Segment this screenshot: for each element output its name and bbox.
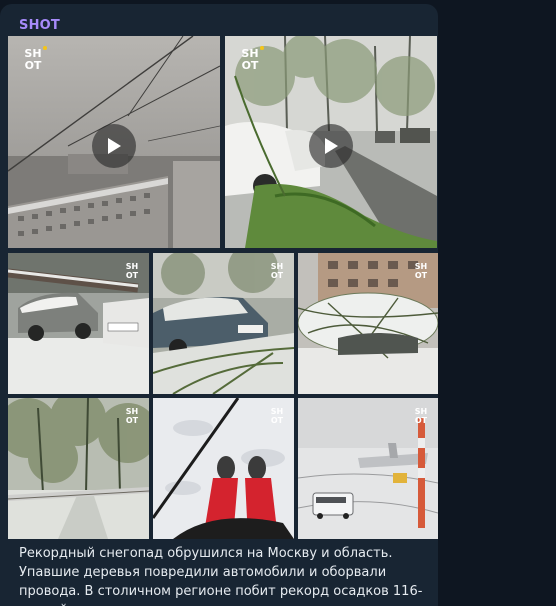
media-photo-8[interactable]: SH OT	[298, 398, 438, 539]
shot-watermark-icon: SH OT	[126, 262, 139, 280]
shot-watermark-icon: SH OT	[415, 407, 428, 425]
svg-text:SH: SH	[271, 262, 283, 271]
shot-watermark-icon: SH OT	[271, 407, 284, 425]
post-caption: Рекордный снегопад обрушился на Москву и…	[19, 546, 423, 606]
play-button-icon[interactable]	[309, 124, 353, 168]
svg-text:OT: OT	[126, 271, 139, 280]
svg-text:SH: SH	[271, 407, 283, 416]
channel-post-bubble: SHOT SH OT SH OT SH OT SH OT SH OT SH OT…	[0, 4, 438, 606]
play-triangle-icon	[108, 138, 121, 154]
svg-text:OT: OT	[415, 271, 428, 280]
svg-text:OT: OT	[271, 416, 284, 425]
shot-watermark-icon: SH OT	[24, 46, 47, 72]
media-photo-4[interactable]: SH OT	[153, 253, 294, 394]
shot-watermark-icon: SH OT	[241, 46, 264, 72]
media-video-2[interactable]: SH OT	[225, 36, 437, 248]
media-photo-3[interactable]: SH OT	[8, 253, 149, 394]
svg-text:OT: OT	[242, 59, 259, 72]
shot-watermark-icon: SH OT	[415, 262, 428, 280]
shot-watermark-icon: SH OT	[126, 407, 139, 425]
media-video-1[interactable]: SH OT	[8, 36, 220, 248]
svg-text:SH: SH	[415, 407, 427, 416]
chat-background: SHOT SH OT SH OT SH OT SH OT SH OT SH OT…	[0, 0, 556, 606]
svg-text:OT: OT	[271, 271, 284, 280]
svg-text:OT: OT	[126, 416, 139, 425]
play-button-icon[interactable]	[92, 124, 136, 168]
svg-text:SH: SH	[415, 262, 427, 271]
play-triangle-icon	[325, 138, 338, 154]
media-photo-6[interactable]: SH OT	[8, 398, 149, 539]
media-photo-7[interactable]: SH OT	[153, 398, 294, 539]
media-photo-5[interactable]: SH OT	[298, 253, 438, 394]
svg-text:SH: SH	[126, 407, 138, 416]
svg-text:SH: SH	[126, 262, 138, 271]
channel-name[interactable]: SHOT	[19, 18, 60, 33]
shot-watermark-icon: SH OT	[271, 262, 284, 280]
svg-text:OT: OT	[415, 416, 428, 425]
svg-text:OT: OT	[25, 59, 42, 72]
